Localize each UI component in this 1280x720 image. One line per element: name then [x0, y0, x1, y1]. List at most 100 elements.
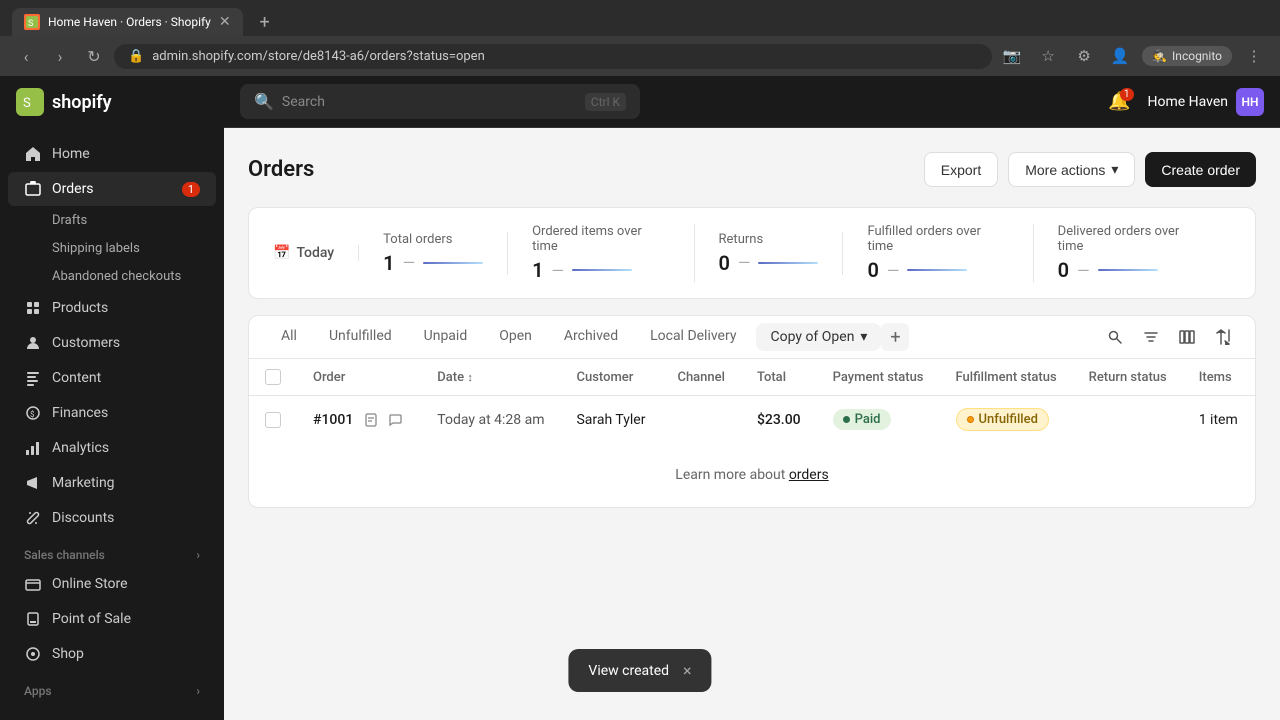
home-icon	[24, 145, 42, 163]
apps-chevron[interactable]: ›	[196, 684, 200, 698]
tab-archived[interactable]: Archived	[548, 316, 634, 358]
back-button[interactable]: ‹	[12, 42, 40, 70]
extensions-icon[interactable]: ⚙	[1070, 42, 1098, 70]
svg-text:S: S	[28, 19, 33, 28]
page-header: Orders Export More actions ▾ Create orde…	[248, 152, 1256, 187]
stat-ordered-items: Ordered items over time 1 —	[508, 224, 694, 282]
svg-text:S: S	[23, 96, 31, 111]
tab-copy-of-open[interactable]: Copy of Open ▾	[756, 323, 881, 351]
sidebar-item-drafts[interactable]: Drafts	[8, 207, 216, 234]
orders-table: Order Date ↕ Customer Channel Total Paym…	[249, 359, 1256, 443]
sidebar-item-customers[interactable]: Customers	[8, 326, 216, 360]
notification-button[interactable]: 🔔 1	[1104, 86, 1136, 118]
topbar-right: 🔔 1 Home Haven HH	[1104, 86, 1265, 118]
sidebar-item-shop[interactable]: Shop	[8, 637, 216, 671]
sidebar-item-finances[interactable]: $ Finances	[8, 396, 216, 430]
sidebar-item-pos[interactable]: Point of Sale	[8, 602, 216, 636]
page-title: Orders	[248, 157, 314, 182]
sidebar-item-products[interactable]: Products	[8, 291, 216, 325]
marketing-icon	[24, 474, 42, 492]
col-return-status: Return status	[1073, 359, 1183, 396]
col-items: Items	[1183, 359, 1254, 396]
sidebar-item-orders[interactable]: Orders 1	[8, 172, 216, 206]
stat-fulfilled-orders: Fulfilled orders over time 0 —	[843, 224, 1033, 282]
sidebar-item-home[interactable]: Home	[8, 137, 216, 171]
sidebar-item-analytics[interactable]: Analytics	[8, 431, 216, 465]
sidebar-item-content[interactable]: Content	[8, 361, 216, 395]
address-bar[interactable]: 🔒 admin.shopify.com/store/de8143-a6/orde…	[114, 44, 992, 69]
new-tab-button[interactable]: +	[251, 8, 279, 36]
order-total: $23.00	[741, 396, 817, 444]
apps-section: Apps ›	[0, 672, 224, 702]
row-checkbox[interactable]	[265, 412, 281, 428]
store-button[interactable]: Home Haven HH	[1148, 88, 1265, 116]
main-content: Orders Export More actions ▾ Create orde…	[224, 128, 1280, 720]
table-row[interactable]: #1001	[249, 396, 1256, 444]
sidebar-item-discounts[interactable]: Discounts	[8, 501, 216, 535]
order-delivery	[1254, 396, 1256, 444]
col-date[interactable]: Date ↕	[421, 359, 560, 396]
sidebar-logo[interactable]: S shopify	[0, 76, 224, 128]
store-name: Home Haven	[1148, 94, 1229, 110]
learn-more-section: Learn more about orders	[249, 443, 1255, 507]
toast-close-button[interactable]: ×	[683, 661, 692, 680]
filter-button[interactable]	[1135, 321, 1167, 353]
tab-local-delivery[interactable]: Local Delivery	[634, 316, 752, 358]
refresh-button[interactable]: ↻	[80, 42, 108, 70]
sidebar-navigation: Home Orders 1 Drafts Shipping labels Aba…	[0, 128, 224, 710]
tab-unfulfilled[interactable]: Unfulfilled	[313, 316, 408, 358]
incognito-badge: 🕵 Incognito	[1142, 46, 1232, 66]
search-table-button[interactable]	[1099, 321, 1131, 353]
menu-button[interactable]: ⋮	[1240, 42, 1268, 70]
discounts-icon	[24, 509, 42, 527]
profile-icon[interactable]: 👤	[1106, 42, 1134, 70]
col-payment-status: Payment status	[817, 359, 940, 396]
products-icon	[24, 299, 42, 317]
orders-badge: 1	[182, 182, 200, 197]
browser-tab[interactable]: S Home Haven · Orders · Shopify ✕	[12, 8, 243, 36]
more-actions-button[interactable]: More actions ▾	[1008, 152, 1135, 187]
shopify-logo[interactable]: S shopify	[16, 88, 112, 116]
order-icons	[361, 410, 405, 430]
sidebar-item-online-store[interactable]: Online Store	[8, 567, 216, 601]
add-tab-button[interactable]: +	[881, 323, 909, 351]
svg-text:$: $	[30, 410, 35, 419]
stats-bar: 📅 Today Total orders 1 —	[248, 207, 1256, 299]
orders-table-section: All Unfulfilled Unpaid Open Archived Loc…	[248, 315, 1256, 508]
payment-status-badge: Paid	[833, 409, 891, 430]
sidebar-item-shipping[interactable]: Shipping labels	[8, 235, 216, 262]
create-order-button[interactable]: Create order	[1145, 152, 1256, 187]
table-tabs: All Unfulfilled Unpaid Open Archived Loc…	[249, 316, 1255, 359]
columns-button[interactable]	[1171, 321, 1203, 353]
star-icon[interactable]: ☆	[1034, 42, 1062, 70]
stat-line-chart	[907, 269, 967, 271]
order-items: 1 item	[1183, 396, 1254, 444]
tab-all[interactable]: All	[265, 316, 313, 358]
search-bar[interactable]: 🔍 Search Ctrl K	[240, 84, 640, 119]
select-all-checkbox[interactable]	[265, 369, 281, 385]
forward-button[interactable]: ›	[46, 42, 74, 70]
notification-badge: 1	[1120, 88, 1134, 101]
customers-icon	[24, 334, 42, 352]
stat-returns: Returns 0 —	[695, 232, 844, 275]
orders-link[interactable]: orders	[789, 467, 829, 483]
camera-icon[interactable]: 📷	[998, 42, 1026, 70]
tab-open[interactable]: Open	[483, 316, 548, 358]
tab-unpaid[interactable]: Unpaid	[408, 316, 484, 358]
col-total: Total	[741, 359, 817, 396]
col-channel: Channel	[661, 359, 740, 396]
sidebar-item-abandoned[interactable]: Abandoned checkouts	[8, 263, 216, 290]
url-text: admin.shopify.com/store/de8143-a6/orders…	[152, 49, 485, 64]
col-order: Order	[297, 359, 421, 396]
sort-button[interactable]	[1207, 321, 1239, 353]
paid-dot	[843, 416, 850, 423]
tab-close-button[interactable]: ✕	[219, 14, 231, 30]
sales-channels-chevron[interactable]: ›	[196, 548, 200, 562]
sidebar-item-label: Home	[52, 146, 90, 162]
order-number: #1001	[313, 412, 353, 428]
sales-channels-section: Sales channels ›	[0, 536, 224, 566]
sidebar-item-marketing[interactable]: Marketing	[8, 466, 216, 500]
analytics-icon	[24, 439, 42, 457]
export-button[interactable]: Export	[924, 152, 998, 187]
tab-title: Home Haven · Orders · Shopify	[48, 15, 211, 29]
